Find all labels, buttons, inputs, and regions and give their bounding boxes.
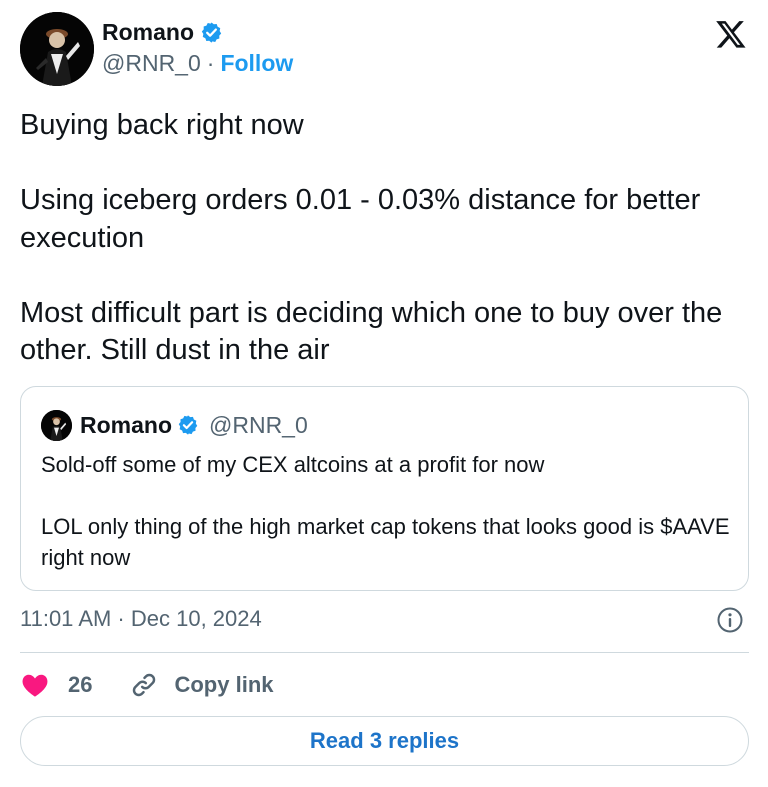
verified-badge-icon — [178, 415, 198, 435]
quote-text: Sold-off some of my CEX altcoins at a pr… — [41, 452, 730, 570]
verified-badge-icon — [201, 21, 222, 43]
action-bar: 26 Copy link — [20, 668, 274, 702]
x-logo-icon[interactable] — [714, 18, 748, 50]
quote-author-name: Romano — [80, 411, 172, 438]
separator-dot: · — [206, 50, 215, 76]
like-count: 26 — [68, 672, 93, 697]
quote-author-handle: @RNR_0 — [209, 411, 308, 438]
quoted-tweet[interactable]: Romano @RNR_0 Sold-off some of my CEX al… — [20, 386, 749, 591]
heart-icon — [22, 674, 48, 697]
link-icon — [133, 673, 156, 697]
copy-link-button[interactable]: Copy link — [130, 671, 274, 699]
tweet-header: Romano @RNR_0 · Follow — [20, 12, 750, 88]
copy-link-label: Copy link — [174, 672, 274, 697]
author-avatar[interactable] — [20, 12, 94, 86]
author-handle[interactable]: @RNR_0 — [102, 50, 201, 77]
read-replies-button[interactable]: Read 3 replies — [20, 716, 749, 766]
quote-author-avatar — [41, 409, 72, 441]
tweet-timestamp[interactable]: 11:01 AM · Dec 10, 2024 — [20, 606, 262, 632]
follow-button[interactable]: Follow — [220, 50, 293, 77]
like-button[interactable]: 26 — [20, 670, 92, 700]
tweet-text: Buying back right now Using iceberg orde… — [20, 109, 723, 366]
divider — [20, 652, 749, 653]
author-name[interactable]: Romano — [102, 19, 194, 46]
info-icon[interactable] — [716, 606, 744, 634]
